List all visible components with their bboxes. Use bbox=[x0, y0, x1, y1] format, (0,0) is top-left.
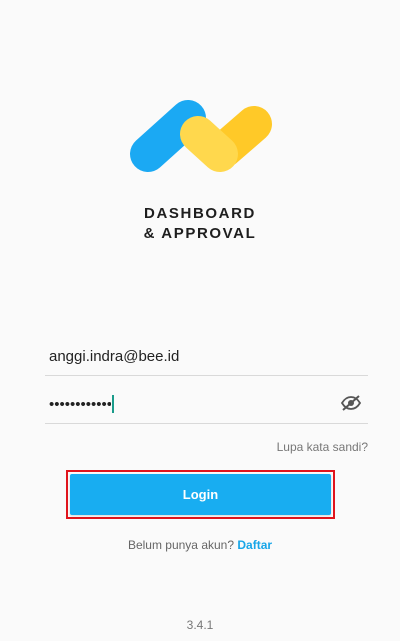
password-input[interactable] bbox=[49, 387, 111, 421]
text-cursor bbox=[112, 395, 114, 413]
logo-yellow-stroke-left bbox=[180, 116, 238, 172]
brand-title-line1: DASHBOARD bbox=[144, 205, 256, 222]
register-prompt: Belum punya akun? Daftar bbox=[0, 538, 400, 552]
email-field bbox=[45, 339, 368, 376]
login-screen: DASHBOARD & APPROVAL Lupa kata sandi? Lo… bbox=[0, 0, 400, 641]
register-link[interactable]: Daftar bbox=[237, 538, 272, 552]
email-input[interactable] bbox=[49, 339, 329, 373]
app-logo bbox=[130, 100, 272, 172]
eye-off-icon[interactable] bbox=[340, 394, 362, 412]
brand-title-line2: & APPROVAL bbox=[143, 225, 257, 242]
forgot-password-link[interactable]: Lupa kata sandi? bbox=[277, 440, 368, 454]
login-button[interactable]: Login bbox=[70, 474, 331, 515]
register-prompt-text: Belum punya akun? bbox=[127, 538, 235, 552]
app-version: 3.4.1 bbox=[186, 618, 214, 632]
password-field bbox=[45, 387, 368, 424]
